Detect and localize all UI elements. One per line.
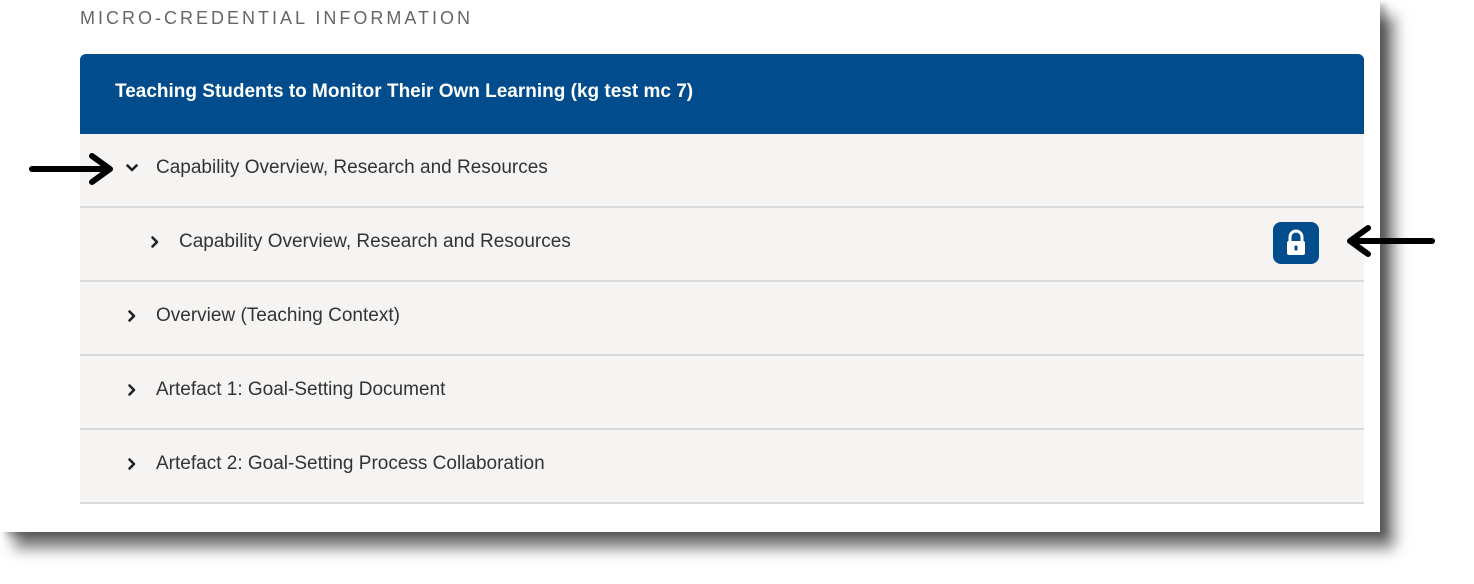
accordion-item-overview-teaching-context[interactable]: Overview (Teaching Context) [80,282,1364,356]
arrow-left-icon [1347,225,1435,257]
chevron-right-icon [151,236,159,248]
chevron-right-icon [128,384,136,396]
chevron-right-icon [128,458,136,470]
accordion-item-artefact-2[interactable]: Artefact 2: Goal-Setting Process Collabo… [80,430,1364,504]
lock-icon [1287,229,1305,255]
accordion-item-label: Overview (Teaching Context) [156,305,400,326]
accordion-item-label: Capability Overview, Research and Resour… [179,231,571,252]
micro-credential-header: Teaching Students to Monitor Their Own L… [80,54,1364,134]
accordion-subitem-capability-overview[interactable]: Capability Overview, Research and Resour… [80,208,1364,282]
accordion-item-label: Capability Overview, Research and Resour… [156,157,548,178]
chevron-right-icon [128,310,136,322]
lock-button[interactable] [1273,222,1319,264]
accordion-item-artefact-1[interactable]: Artefact 1: Goal-Setting Document [80,356,1364,430]
accordion-item-label: Artefact 2: Goal-Setting Process Collabo… [156,453,545,474]
micro-credential-title: Teaching Students to Monitor Their Own L… [115,81,694,102]
accordion-item-label: Artefact 1: Goal-Setting Document [156,379,446,400]
accordion-item-capability-overview[interactable]: Capability Overview, Research and Resour… [80,134,1364,208]
chevron-down-icon [126,164,138,172]
arrow-right-icon [29,153,113,185]
section-heading: MICRO-CREDENTIAL INFORMATION [80,8,473,28]
